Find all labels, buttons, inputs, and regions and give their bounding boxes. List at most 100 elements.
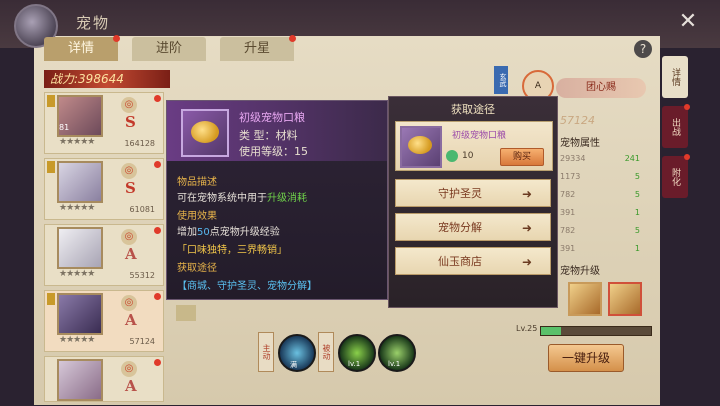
item-effect: 增加50点宠物升级经验 xyxy=(177,223,280,238)
power-score: 战力:398644 xyxy=(44,70,170,88)
attributes-title: 宠物属性 xyxy=(560,138,600,149)
item-source: 【商城、守护圣灵、宠物分解】 xyxy=(177,281,317,292)
buy-button[interactable]: 购买 xyxy=(500,148,544,166)
attribute-growth: 1 xyxy=(634,244,640,253)
pet-score: 164128 xyxy=(124,139,155,148)
route-label: 宠物分解 xyxy=(438,221,482,234)
pet-card-selected[interactable]: ◎ A ★★★★★ 57124 xyxy=(44,290,164,352)
skill-tag-active: 主动 xyxy=(258,332,274,372)
notification-dot xyxy=(154,95,161,102)
acquire-item-name: 初级宠物口粮 xyxy=(452,131,507,141)
pet-card[interactable]: ◎ A ★★★★★ 55312 xyxy=(44,224,164,286)
pet-stars: ★★★★★ xyxy=(59,335,95,345)
attribute-row: 29334 241 xyxy=(560,154,640,163)
notification-dot xyxy=(289,35,296,42)
right-tab-battle[interactable]: 出战 xyxy=(662,104,690,148)
misc-slot-icon xyxy=(176,305,196,321)
food-slot-icon[interactable] xyxy=(608,282,642,316)
route-pet-decompose[interactable]: 宠物分解 ➜ xyxy=(395,213,551,241)
close-icon[interactable]: ✕ xyxy=(676,10,700,34)
tab-details[interactable]: 详情 xyxy=(44,35,120,61)
pet-stars: ★★★★★ xyxy=(59,203,95,213)
exp-bar-fill xyxy=(541,327,561,335)
right-tab-bar: 详情 出战 附化 xyxy=(662,56,690,206)
title-bar: 宠物 ✕ xyxy=(0,0,720,48)
food-slot-icon[interactable] xyxy=(568,282,602,316)
pet-card[interactable]: ◎ S ★★★★★ 61081 xyxy=(44,158,164,220)
route-jade-shop[interactable]: 仙玉商店 ➜ xyxy=(395,247,551,275)
pet-score: 57124 xyxy=(129,337,155,346)
pet-rank: A xyxy=(125,377,137,395)
item-effect-number: 50 xyxy=(197,227,210,238)
item-desc-title: 物品描述 xyxy=(177,177,217,188)
pet-rank: S xyxy=(125,113,136,131)
tab-star-up[interactable]: 升星 xyxy=(220,35,296,61)
pet-score: 61081 xyxy=(129,205,155,214)
attribute-value: 391 xyxy=(560,208,576,217)
tab-label: 进阶 xyxy=(155,41,182,56)
notification-dot xyxy=(684,104,690,110)
item-desc: 可在宠物系统中用于升级消耗 xyxy=(177,189,307,204)
arrow-right-icon: ➜ xyxy=(521,187,532,201)
skill-level: 满 xyxy=(290,361,297,369)
pet-avatar xyxy=(57,293,103,335)
attribute-value: 782 xyxy=(560,190,576,199)
right-tab-label: 附化 xyxy=(670,168,680,186)
pet-stars: ★★★★★ xyxy=(59,137,95,147)
skill-tag-passive: 被动 xyxy=(318,332,334,372)
pet-rank: A xyxy=(125,311,137,329)
skill-icon[interactable] xyxy=(278,334,316,372)
pet-stars: ★★★★★ xyxy=(59,269,95,279)
skill-level: lv.1 xyxy=(388,360,401,368)
attribute-growth: 1 xyxy=(634,208,640,217)
right-tab-details[interactable]: 详情 xyxy=(662,56,688,98)
help-icon[interactable]: ? xyxy=(634,40,652,58)
right-tab-enchant[interactable]: 附化 xyxy=(662,154,690,198)
one-key-upgrade-button[interactable]: 一键升级 xyxy=(548,344,624,372)
tab-label: 详情 xyxy=(67,41,94,56)
pet-score: 55312 xyxy=(129,271,155,280)
pet-action-button[interactable]: 团心赐 xyxy=(556,78,646,98)
pet-combat-score: 57124 xyxy=(560,114,595,127)
pet-card[interactable]: 81 ◎ S ★★★★★ 164128 xyxy=(44,92,164,154)
tab-label: 升星 xyxy=(243,41,270,56)
item-tooltip: 初级宠物口粮 类 型：材料 使用等级：15 物品描述 可在宠物系统中用于升级消耗… xyxy=(166,100,388,300)
skill-level: lv.1 xyxy=(348,360,361,368)
route-label: 守护圣灵 xyxy=(438,187,482,200)
pet-badge-icon: ◎ xyxy=(121,163,137,179)
pet-badge-icon: ◎ xyxy=(121,295,137,311)
sword-tab[interactable]: 玄武 xyxy=(494,66,508,94)
pet-avatar xyxy=(57,161,103,203)
attribute-value: 1173 xyxy=(560,172,581,181)
route-guardian-spirit[interactable]: 守护圣灵 ➜ xyxy=(395,179,551,207)
acquire-item-card: 初级宠物口粮 10 购买 xyxy=(395,121,553,171)
attribute-row: 782 5 xyxy=(560,190,640,199)
item-effect-title: 使用效果 xyxy=(177,211,217,222)
notification-dot xyxy=(154,161,161,168)
pet-avatar xyxy=(57,227,103,269)
attribute-row: 782 5 xyxy=(560,226,640,235)
arrow-right-icon: ➜ xyxy=(521,221,532,235)
attribute-value: 391 xyxy=(560,244,576,253)
pet-card[interactable]: ◎ A xyxy=(44,356,164,402)
pet-level-label: Lv.25 xyxy=(516,324,538,333)
pet-list: 81 ◎ S ★★★★★ 164128 ◎ S ★★★★★ 61081 ◎ A … xyxy=(44,92,164,406)
attribute-growth: 5 xyxy=(634,172,640,181)
arrow-right-icon: ➜ xyxy=(521,255,532,269)
pet-rank: S xyxy=(125,179,136,197)
item-name: 初级宠物口粮 xyxy=(239,111,305,124)
tab-advance[interactable]: 进阶 xyxy=(132,37,206,61)
item-use-level: 使用等级：15 xyxy=(239,145,308,158)
jade-currency-icon xyxy=(446,150,458,162)
food-orb-icon xyxy=(191,121,219,143)
attribute-growth: 5 xyxy=(634,226,640,235)
window-title: 宠物 xyxy=(76,14,111,32)
attribute-growth: 241 xyxy=(624,154,640,163)
pet-level: 81 xyxy=(59,123,70,132)
attribute-growth: 5 xyxy=(634,190,640,199)
item-effect-text: 增加 xyxy=(177,227,197,238)
item-header: 初级宠物口粮 类 型：材料 使用等级：15 xyxy=(167,101,387,161)
notification-dot xyxy=(154,293,161,300)
notification-dot xyxy=(154,359,161,366)
notification-dot xyxy=(113,35,120,42)
